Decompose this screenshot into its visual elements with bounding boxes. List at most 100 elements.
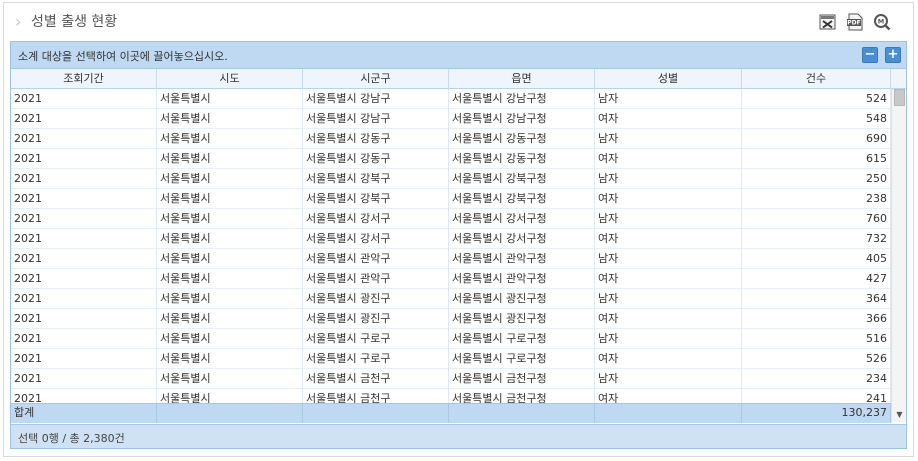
cell-count[interactable]: 526 [742, 349, 891, 369]
column-header-count[interactable]: 건수 [742, 69, 891, 89]
cell-count[interactable]: 548 [742, 109, 891, 129]
cell-province[interactable]: 서울특별시 [157, 109, 303, 129]
cell-period[interactable]: 2021 [11, 329, 157, 349]
cell-district[interactable]: 서울특별시 강북구 [303, 169, 449, 189]
cell-province[interactable]: 서울특별시 [157, 189, 303, 209]
cell-province[interactable]: 서울특별시 [157, 129, 303, 149]
cell-district[interactable]: 서울특별시 강서구 [303, 209, 449, 229]
cell-gender[interactable]: 여자 [595, 229, 742, 249]
cell-gender[interactable]: 여자 [595, 189, 742, 209]
cell-province[interactable]: 서울특별시 [157, 389, 303, 403]
scrollbar-thumb[interactable] [894, 89, 905, 106]
cell-town[interactable]: 서울특별시 강동구청 [449, 129, 595, 149]
cell-gender[interactable]: 남자 [595, 89, 742, 109]
cell-count[interactable]: 516 [742, 329, 891, 349]
cell-period[interactable]: 2021 [11, 349, 157, 369]
cell-district[interactable]: 서울특별시 강남구 [303, 89, 449, 109]
table-row[interactable]: 2021 서울특별시 서울특별시 강북구 서울특별시 강북구청 여자 238 [11, 189, 891, 209]
cell-province[interactable]: 서울특별시 [157, 249, 303, 269]
cell-province[interactable]: 서울특별시 [157, 149, 303, 169]
cell-gender[interactable]: 여자 [595, 349, 742, 369]
cell-town[interactable]: 서울특별시 강북구청 [449, 169, 595, 189]
cell-town[interactable]: 서울특별시 금천구청 [449, 369, 595, 389]
cell-district[interactable]: 서울특별시 금천구 [303, 389, 449, 403]
cell-town[interactable]: 서울특별시 관악구청 [449, 249, 595, 269]
table-row[interactable]: 2021 서울특별시 서울특별시 강서구 서울특별시 강서구청 남자 760 [11, 209, 891, 229]
cell-period[interactable]: 2021 [11, 149, 157, 169]
cell-gender[interactable]: 여자 [595, 269, 742, 289]
cell-period[interactable]: 2021 [11, 389, 157, 403]
cell-period[interactable]: 2021 [11, 189, 157, 209]
table-row[interactable]: 2021 서울특별시 서울특별시 금천구 서울특별시 금천구청 여자 241 [11, 389, 891, 403]
cell-province[interactable]: 서울특별시 [157, 369, 303, 389]
cell-province[interactable]: 서울특별시 [157, 229, 303, 249]
cell-province[interactable]: 서울특별시 [157, 269, 303, 289]
cell-gender[interactable]: 여자 [595, 149, 742, 169]
cell-period[interactable]: 2021 [11, 249, 157, 269]
cell-district[interactable]: 서울특별시 관악구 [303, 269, 449, 289]
cell-town[interactable]: 서울특별시 금천구청 [449, 389, 595, 403]
cell-gender[interactable]: 남자 [595, 329, 742, 349]
cell-period[interactable]: 2021 [11, 89, 157, 109]
cell-gender[interactable]: 남자 [595, 209, 742, 229]
cell-period[interactable]: 2021 [11, 209, 157, 229]
cell-gender[interactable]: 남자 [595, 169, 742, 189]
scroll-down-arrow-icon[interactable]: ▼ [892, 409, 907, 421]
cell-district[interactable]: 서울특별시 강북구 [303, 189, 449, 209]
table-row[interactable]: 2021 서울특별시 서울특별시 강남구 서울특별시 강남구청 남자 524 [11, 89, 891, 109]
cell-district[interactable]: 서울특별시 관악구 [303, 249, 449, 269]
excel-export-icon[interactable] [819, 13, 837, 31]
column-header-gender[interactable]: 성별 [595, 69, 742, 89]
cell-district[interactable]: 서울특별시 금천구 [303, 369, 449, 389]
cell-period[interactable]: 2021 [11, 169, 157, 189]
cell-period[interactable]: 2021 [11, 229, 157, 249]
table-row[interactable]: 2021 서울특별시 서울특별시 강북구 서울특별시 강북구청 남자 250 [11, 169, 891, 189]
cell-district[interactable]: 서울특별시 강동구 [303, 149, 449, 169]
cell-period[interactable]: 2021 [11, 289, 157, 309]
cell-count[interactable]: 427 [742, 269, 891, 289]
cell-count[interactable]: 524 [742, 89, 891, 109]
cell-period[interactable]: 2021 [11, 109, 157, 129]
cell-period[interactable]: 2021 [11, 269, 157, 289]
column-header-province[interactable]: 시도 [157, 69, 303, 89]
column-header-district[interactable]: 시군구 [303, 69, 449, 89]
cell-gender[interactable]: 여자 [595, 389, 742, 403]
cell-gender[interactable]: 남자 [595, 369, 742, 389]
group-by-drop-zone[interactable]: 소계 대상을 선택하여 이곳에 끌어놓으십시오. − + [11, 42, 906, 69]
cell-province[interactable]: 서울특별시 [157, 169, 303, 189]
cell-count[interactable]: 690 [742, 129, 891, 149]
table-row[interactable]: 2021 서울특별시 서울특별시 강동구 서울특별시 강동구청 남자 690 [11, 129, 891, 149]
table-row[interactable]: 2021 서울특별시 서울특별시 구로구 서울특별시 구로구청 여자 526 [11, 349, 891, 369]
cell-town[interactable]: 서울특별시 강남구청 [449, 109, 595, 129]
cell-district[interactable]: 서울특별시 구로구 [303, 329, 449, 349]
cell-gender[interactable]: 여자 [595, 309, 742, 329]
cell-district[interactable]: 서울특별시 구로구 [303, 349, 449, 369]
cell-town[interactable]: 서울특별시 구로구청 [449, 329, 595, 349]
expand-all-button[interactable]: + [885, 47, 901, 63]
cell-district[interactable]: 서울특별시 광진구 [303, 309, 449, 329]
table-row[interactable]: 2021 서울특별시 서울특별시 관악구 서울특별시 관악구청 여자 427 [11, 269, 891, 289]
cell-count[interactable]: 241 [742, 389, 891, 403]
cell-period[interactable]: 2021 [11, 129, 157, 149]
cell-district[interactable]: 서울특별시 강서구 [303, 229, 449, 249]
cell-period[interactable]: 2021 [11, 309, 157, 329]
table-row[interactable]: 2021 서울특별시 서울특별시 강서구 서울특별시 강서구청 여자 732 [11, 229, 891, 249]
cell-town[interactable]: 서울특별시 광진구청 [449, 309, 595, 329]
cell-town[interactable]: 서울특별시 강서구청 [449, 209, 595, 229]
cell-town[interactable]: 서울특별시 관악구청 [449, 269, 595, 289]
collapse-all-button[interactable]: − [862, 47, 878, 63]
column-header-town[interactable]: 읍면 [449, 69, 595, 89]
cell-gender[interactable]: 여자 [595, 109, 742, 129]
table-row[interactable]: 2021 서울특별시 서울특별시 광진구 서울특별시 광진구청 여자 366 [11, 309, 891, 329]
cell-town[interactable]: 서울특별시 강남구청 [449, 89, 595, 109]
cell-province[interactable]: 서울특별시 [157, 349, 303, 369]
table-row[interactable]: 2021 서울특별시 서울특별시 광진구 서울특별시 광진구청 남자 364 [11, 289, 891, 309]
cell-province[interactable]: 서울특별시 [157, 289, 303, 309]
cell-province[interactable]: 서울특별시 [157, 209, 303, 229]
cell-town[interactable]: 서울특별시 강동구청 [449, 149, 595, 169]
cell-count[interactable]: 405 [742, 249, 891, 269]
cell-count[interactable]: 250 [742, 169, 891, 189]
table-row[interactable]: 2021 서울특별시 서울특별시 관악구 서울특별시 관악구청 남자 405 [11, 249, 891, 269]
pdf-export-icon[interactable]: PDF [846, 13, 864, 31]
cell-town[interactable]: 서울특별시 강북구청 [449, 189, 595, 209]
